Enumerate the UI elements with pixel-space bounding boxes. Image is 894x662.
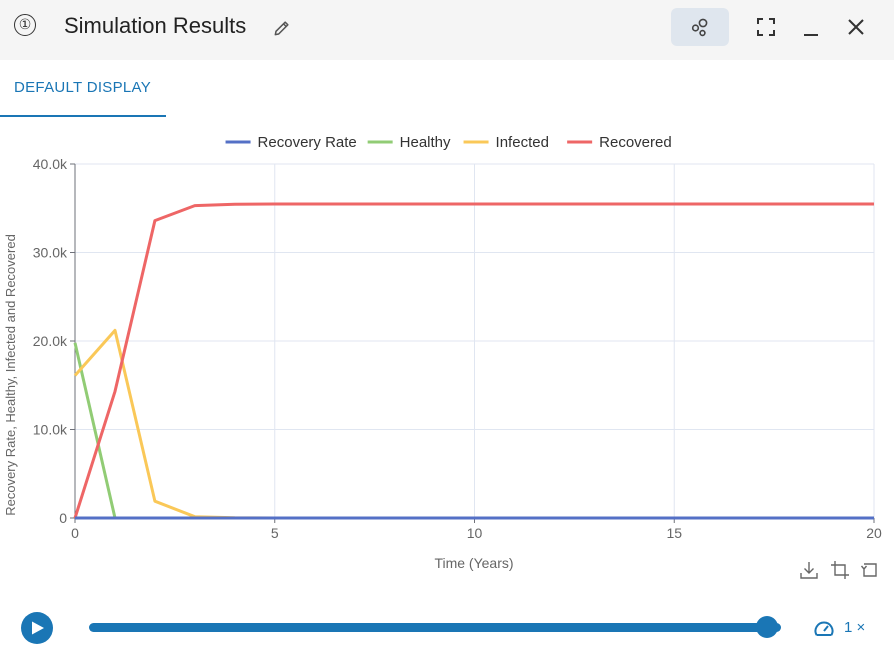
y-tick-label: 30.0k <box>33 245 68 261</box>
x-axis-label: Time (Years) <box>434 555 513 571</box>
playback-bar: 1 × <box>0 600 894 656</box>
x-tick-label: 5 <box>271 525 279 541</box>
reset-icon[interactable] <box>860 560 880 580</box>
x-tick-label: 20 <box>866 525 882 541</box>
edit-icon[interactable] <box>272 18 292 38</box>
x-tick-label: 0 <box>71 525 79 541</box>
tab-bar: DEFAULT DISPLAY <box>0 60 894 117</box>
play-button[interactable] <box>21 612 53 644</box>
legend-label-recovery-rate[interactable]: Recovery Rate <box>258 134 357 151</box>
chart-legend: Recovery Rate Healthy Infected Recovered <box>225 134 672 151</box>
legend-label-healthy[interactable]: Healthy <box>400 134 451 151</box>
legend-label-recovered[interactable]: Recovered <box>599 134 672 151</box>
play-icon <box>32 621 44 635</box>
window-header: ① Simulation Results <box>0 0 894 60</box>
minimize-icon[interactable] <box>800 16 822 38</box>
legend-label-infected[interactable]: Infected <box>496 134 549 151</box>
network-icon <box>691 18 708 37</box>
page-title: Simulation Results <box>64 13 247 38</box>
x-tick-label: 10 <box>467 525 483 541</box>
fullscreen-icon[interactable] <box>755 16 777 38</box>
step-badge: ① <box>14 14 36 36</box>
timeline-slider[interactable] <box>89 623 781 632</box>
y-tick-label: 40.0k <box>33 156 68 172</box>
crop-icon[interactable] <box>830 560 850 580</box>
network-view-button[interactable] <box>671 8 729 46</box>
y-tick-label: 20.0k <box>33 333 68 349</box>
y-axis-label: Recovery Rate, Healthy, Infected and Rec… <box>3 234 18 516</box>
download-icon[interactable] <box>799 560 819 580</box>
simulation-chart: Recovery Rate Healthy Infected Recovered 0 5… <box>3 134 882 571</box>
speed-icon[interactable] <box>813 618 835 640</box>
timeline-slider-handle[interactable] <box>756 616 778 638</box>
y-tick-label: 10.0k <box>33 422 68 438</box>
speed-label[interactable]: 1 × <box>844 619 865 636</box>
x-tick-label: 15 <box>666 525 682 541</box>
y-tick-label: 0 <box>59 510 67 526</box>
close-icon[interactable] <box>845 16 867 38</box>
chart-grid <box>75 163 875 518</box>
chart-axes: 0 5 10 15 20 0 10.0k 20.0k 30.0k 40.0k <box>33 156 882 541</box>
tab-label: DEFAULT DISPLAY <box>14 79 152 96</box>
tab-default-display[interactable]: DEFAULT DISPLAY <box>0 60 166 117</box>
